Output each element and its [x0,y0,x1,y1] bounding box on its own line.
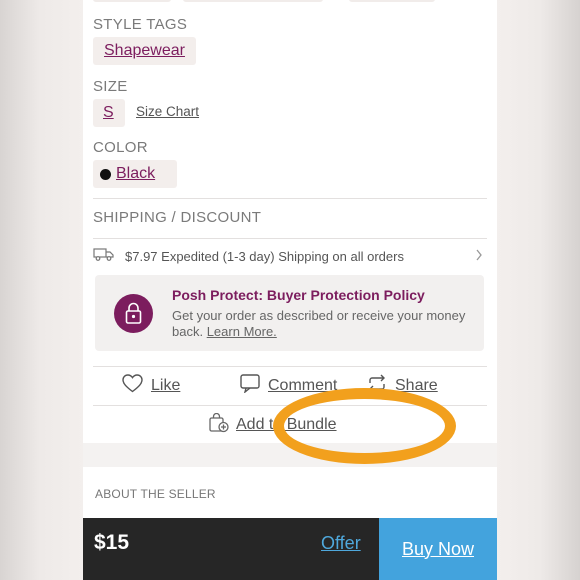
comment-button[interactable]: Comment [240,373,337,399]
comment-label: Comment [268,377,338,394]
color-chip[interactable]: Black [93,160,177,188]
size-chip[interactable]: S [93,99,125,127]
section-separator [83,443,497,467]
like-label: Like [151,377,181,394]
shipping-text: $7.97 Expedited (1-3 day) Shipping on al… [125,248,404,264]
posh-protect-card: Posh Protect: Buyer Protection Policy Ge… [95,275,484,351]
protect-description: Get your order as described or receive y… [172,308,472,340]
protect-title: Posh Protect: Buyer Protection Policy [172,287,425,303]
color-swatch [100,168,111,180]
about-seller-label: ABOUT THE SELLER [95,487,216,501]
listing-page: STYLE TAGS Shapewear SIZE S Size Chart C… [83,0,497,580]
top-tag-chips [93,0,493,2]
shipping-row[interactable]: $7.97 Expedited (1-3 day) Shipping on al… [93,240,487,272]
truck-icon [93,247,115,266]
offer-button[interactable]: Offer [321,533,361,554]
size-label: SIZE [93,78,128,95]
style-tag-shapewear[interactable]: Shapewear [104,42,185,60]
divider [93,405,487,406]
buy-now-button[interactable]: Buy Now [379,518,497,580]
heart-icon [122,374,143,398]
size-chart-link[interactable]: Size Chart [136,104,199,119]
divider [93,198,487,199]
lock-bag-icon [114,294,153,333]
learn-more-link[interactable]: Learn More. [207,324,277,339]
divider [93,366,487,367]
divider [93,238,487,239]
share-button[interactable]: Share [367,373,438,399]
buy-now-label: Buy Now [401,538,475,559]
share-label: Share [395,377,438,394]
purchase-bar: $15 Offer Buy Now [83,518,497,580]
bundle-label: Add to Bundle [236,416,337,433]
bundle-icon [208,412,230,438]
style-tag-chip[interactable]: Shapewear [93,37,196,65]
like-button[interactable]: Like [122,373,180,399]
shipping-label: SHIPPING / DISCOUNT [93,209,262,226]
share-icon [367,374,387,398]
color-value[interactable]: Black [116,165,155,183]
chevron-right-icon [475,248,483,266]
color-label: COLOR [93,139,148,156]
comment-icon [240,374,260,398]
add-to-bundle-button[interactable]: Add to Bundle [208,412,337,438]
price: $15 [94,531,130,554]
style-tags-label: STYLE TAGS [93,16,188,33]
size-value[interactable]: S [103,104,114,122]
